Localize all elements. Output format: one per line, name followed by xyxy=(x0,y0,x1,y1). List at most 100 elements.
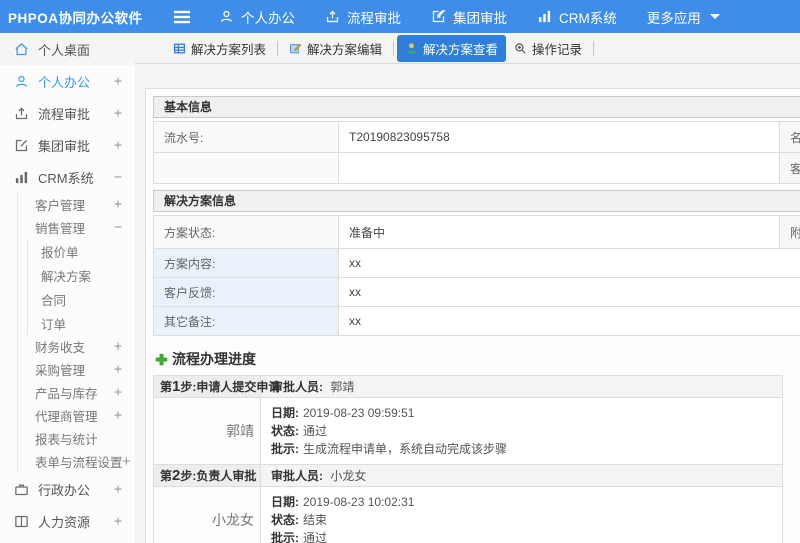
expand-icon[interactable]: + xyxy=(114,197,122,212)
sidebar-item-desktop[interactable]: 个人桌面 xyxy=(0,33,135,65)
expand-icon[interactable]: + xyxy=(114,482,122,497)
sidebar-item-label: 行政办公 xyxy=(38,482,91,498)
field-value xyxy=(338,152,780,184)
step-comment-line: 批示: 生成流程申请单，系统自动完成该步骤 xyxy=(271,442,508,456)
edit-icon xyxy=(14,138,29,153)
topnav-personal-office[interactable]: 个人办公 xyxy=(219,7,295,27)
sidebar-item-label: 个人办公 xyxy=(38,74,91,90)
topnav-group-approval[interactable]: 集团审批 xyxy=(431,7,507,27)
section-header-basic-info: 基本信息 xyxy=(153,96,800,118)
step-detail: 日期: 2019-08-23 09:59:51 状态: 通过 批示: 生成流程申请单，… xyxy=(260,397,783,465)
step-approver: 审批人员: 郭靖 xyxy=(260,375,783,398)
field-label: 其它备注: xyxy=(153,306,339,336)
sidebar-item-contract[interactable]: 合同 xyxy=(28,287,135,311)
step-detail-row: 小龙女 日期: 2019-08-23 10:02:31 状态: 结束 批示: 通过 xyxy=(153,486,783,543)
expand-icon[interactable]: + xyxy=(114,339,122,354)
field-label: 方案内容: xyxy=(153,248,339,278)
tab-label: 解决方案列表 xyxy=(191,42,267,57)
progress-table: 第1步:申请人提交申请 审批人员: 郭靖 郭靖 日期: 2019-08-23 09… xyxy=(153,375,783,543)
step-title: 第2步:负责人审批 xyxy=(153,464,261,487)
sidebar-item-reports-stats[interactable]: 报表与统计 xyxy=(18,427,135,450)
sidebar-item-label: 财务收支 xyxy=(35,341,86,355)
sidebar-item-label: CRM系统 xyxy=(38,170,94,186)
tab-solution-list[interactable]: 解决方案列表 xyxy=(165,35,274,62)
tab-operation-log[interactable]: 操作记录 xyxy=(506,35,590,62)
sidebar-item-crm-system[interactable]: CRM系统 − xyxy=(0,161,135,193)
tab-label: 操作记录 xyxy=(532,42,583,57)
sidebar-item-label: 销售管理 xyxy=(35,222,86,236)
sidebar-item-finance[interactable]: 财务收支 + xyxy=(18,335,135,358)
edit-note-icon xyxy=(289,42,302,55)
tab-solution-edit[interactable]: 解决方案编辑 xyxy=(281,35,390,62)
sidebar-item-process-approval[interactable]: 流程审批 + xyxy=(0,97,135,129)
sidebar-item-label: 代理商管理 xyxy=(35,410,98,424)
field-label: 客户 xyxy=(779,152,800,184)
table-row: 流水号: T20190823095758 名称 xyxy=(153,121,800,153)
progress-title-label: 流程办理进度 xyxy=(172,351,256,367)
sidebar-item-hr[interactable]: 人力资源 + xyxy=(0,505,135,537)
field-label: 名称 xyxy=(779,121,800,153)
sidebar-item-admin-office[interactable]: 行政办公 + xyxy=(0,473,135,505)
step-comment-line: 批示: 通过 xyxy=(271,531,328,543)
nav-label: CRM系统 xyxy=(559,10,617,26)
caret-down-icon xyxy=(709,13,720,20)
sidebar-item-group-approval[interactable]: 集团审批 + xyxy=(0,129,135,161)
sidebar-item-purchasing[interactable]: 采购管理 + xyxy=(18,358,135,381)
expand-icon[interactable]: + xyxy=(114,362,122,377)
expand-icon[interactable]: + xyxy=(114,74,122,89)
tab-divider xyxy=(593,40,595,56)
expand-icon[interactable]: + xyxy=(114,514,122,529)
field-label xyxy=(153,152,339,184)
sidebar-item-order[interactable]: 订单 xyxy=(28,311,135,335)
step-status-line: 状态: 通过 xyxy=(271,424,328,438)
sidebar-item-label: 客户管理 xyxy=(35,199,86,213)
field-value: xx xyxy=(338,277,800,307)
step-title: 第1步:申请人提交申请 xyxy=(153,375,280,398)
sidebar: 个人桌面 个人办公 + 流程审批 + 集团审批 + CRM系统 − 客户管理 +… xyxy=(0,33,135,543)
main-content: 解决方案列表 解决方案编辑 解决方案查看 操作记录 基本信息 流水号: T201… xyxy=(135,33,800,543)
sidebar-item-personal-office[interactable]: 个人办公 + xyxy=(0,65,135,97)
topnav-crm-system[interactable]: CRM系统 xyxy=(537,7,617,27)
step-date-line: 日期: 2019-08-23 10:02:31 xyxy=(271,495,415,509)
sidebar-item-solution[interactable]: 解决方案 xyxy=(28,263,135,287)
approver-name: 小龙女 xyxy=(330,469,367,483)
person-icon xyxy=(405,42,418,55)
progress-section-title: 流程办理进度 xyxy=(155,349,800,369)
chart-icon xyxy=(14,170,29,185)
sidebar-item-quotation[interactable]: 报价单 xyxy=(28,239,135,263)
tab-label: 解决方案查看 xyxy=(423,42,499,57)
field-value: T20190823095758 xyxy=(338,121,780,153)
topnav-process-approval[interactable]: 流程审批 xyxy=(325,7,401,27)
expand-icon[interactable]: + xyxy=(123,454,131,469)
sales-submenu: 报价单 解决方案 合同 订单 xyxy=(27,239,135,335)
flow-icon xyxy=(14,106,29,121)
hamburger-menu-icon[interactable] xyxy=(173,10,191,24)
sidebar-item-customer-mgmt[interactable]: 客户管理 + xyxy=(18,193,135,216)
collapse-icon[interactable]: − xyxy=(114,170,122,185)
collapse-icon[interactable]: − xyxy=(114,220,122,235)
expand-icon[interactable]: + xyxy=(114,138,122,153)
expand-icon[interactable]: + xyxy=(114,106,122,121)
expand-icon[interactable]: + xyxy=(114,385,122,400)
briefcase-icon xyxy=(14,482,29,497)
sidebar-item-products-inventory[interactable]: 产品与库存 + xyxy=(18,381,135,404)
sidebar-item-label: 采购管理 xyxy=(35,364,86,378)
approver-signature: 郭靖 xyxy=(153,397,261,465)
approver-label: 审批人员: xyxy=(271,469,323,483)
tab-solution-view[interactable]: 解决方案查看 xyxy=(397,34,507,62)
table-icon xyxy=(173,42,186,55)
step-detail-row: 郭靖 日期: 2019-08-23 09:59:51 状态: 通过 批示: 生成流程申… xyxy=(153,397,783,465)
sidebar-item-label: 订单 xyxy=(41,317,67,332)
sidebar-item-form-flow-settings[interactable]: 表单与流程设置 + xyxy=(18,450,135,473)
step-date-line: 日期: 2019-08-23 09:59:51 xyxy=(271,406,415,420)
field-label: 流水号: xyxy=(153,121,339,153)
topnav-more-apps[interactable]: 更多应用 xyxy=(647,7,720,27)
home-icon xyxy=(14,42,29,57)
table-row: 其它备注: xx xyxy=(153,306,800,336)
sidebar-item-label: 解决方案 xyxy=(41,269,92,284)
app-logo[interactable]: PHPOA协同办公软件 xyxy=(0,7,142,27)
book-icon xyxy=(14,514,29,529)
sidebar-item-sales-mgmt[interactable]: 销售管理 − xyxy=(18,216,135,239)
expand-icon[interactable]: + xyxy=(114,408,122,423)
sidebar-item-agent-mgmt[interactable]: 代理商管理 + xyxy=(18,404,135,427)
